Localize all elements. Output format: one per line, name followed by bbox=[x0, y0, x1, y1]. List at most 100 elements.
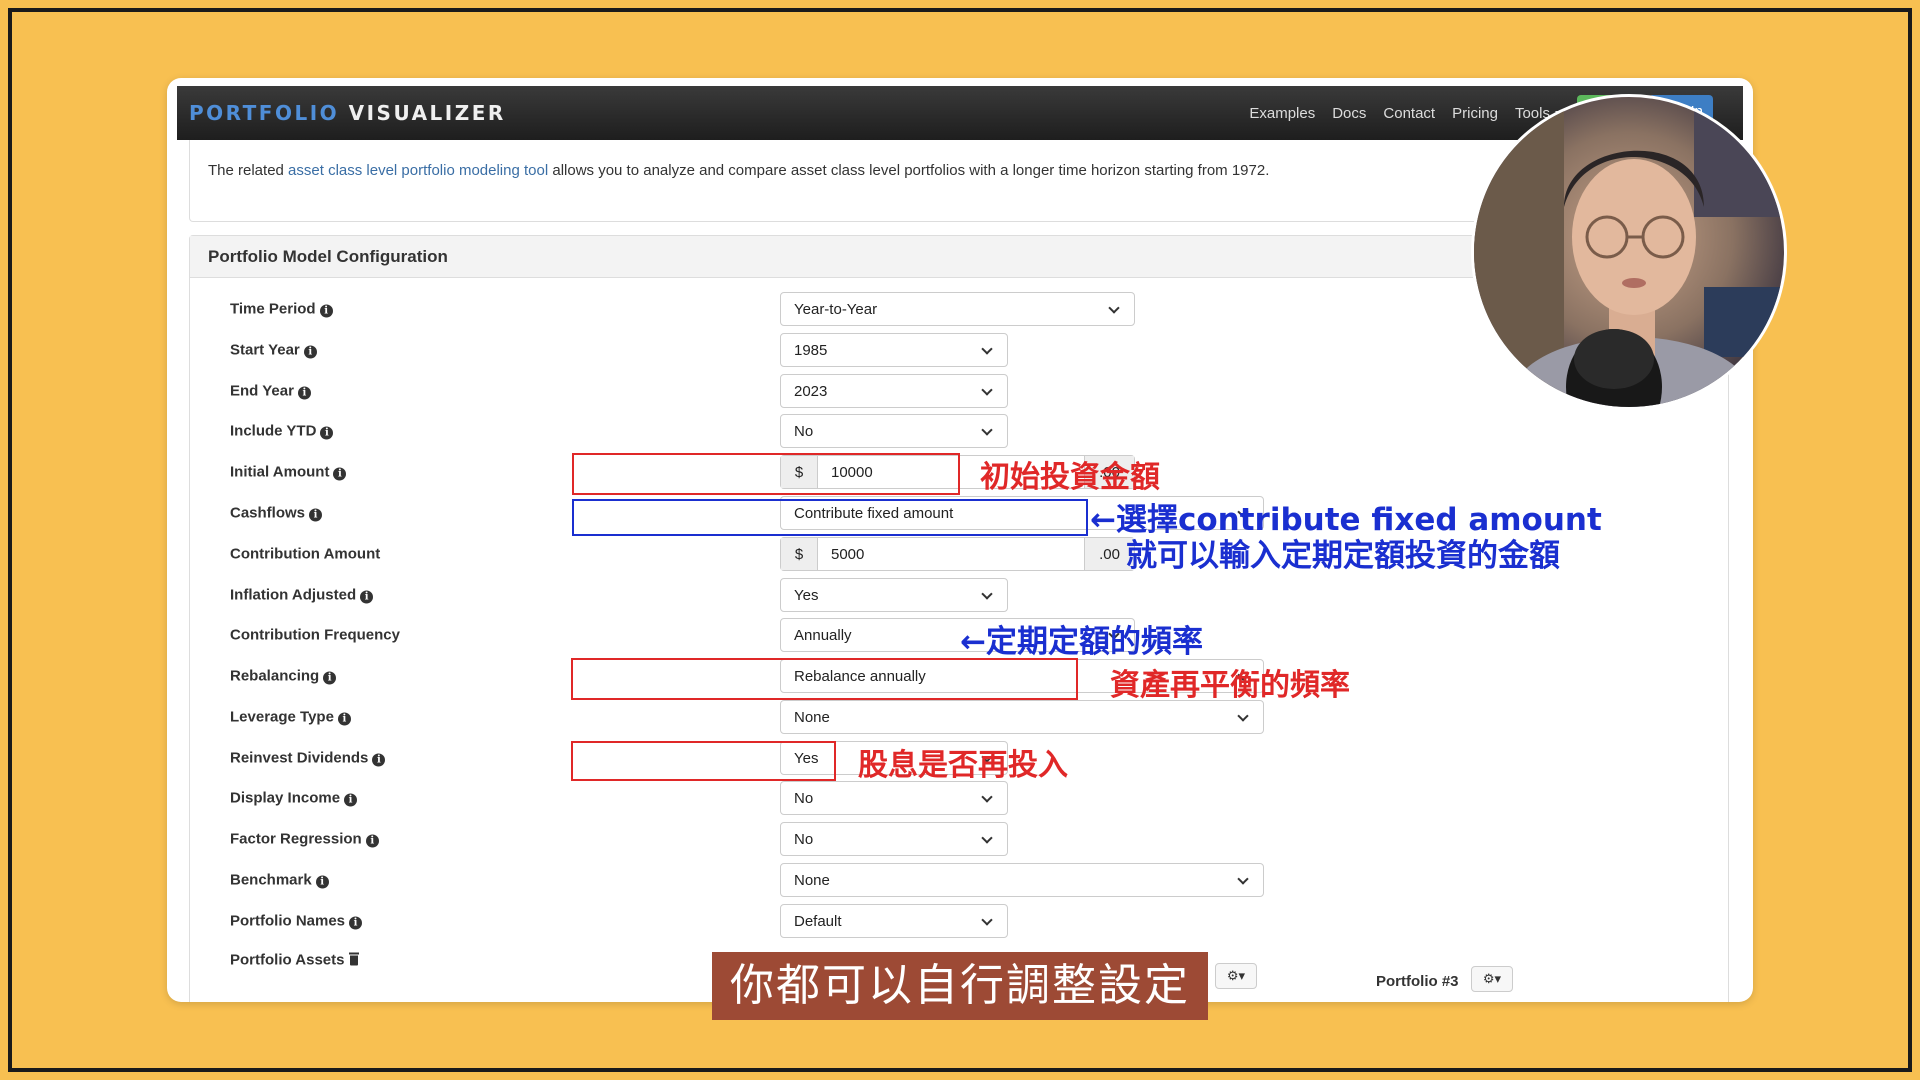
label-start-year: Start Year i bbox=[230, 342, 317, 359]
intro-prefix: The related bbox=[208, 162, 289, 179]
row-leverage-type: Leverage Type i None bbox=[190, 700, 1590, 734]
include-ytd-select-value: No bbox=[794, 423, 814, 440]
time-period-select-value: Year-to-Year bbox=[794, 301, 878, 318]
nav-links: Examples Docs Contact Pricing Tools bbox=[1232, 105, 1563, 122]
benchmark-select-value: None bbox=[794, 872, 830, 889]
label-contribution-frequency: Contribution Frequency bbox=[230, 626, 400, 644]
intro-box: The related asset class level portfolio … bbox=[189, 140, 1589, 222]
contribution-frequency-select-value: Annually bbox=[794, 627, 852, 644]
chevron-down-icon bbox=[981, 588, 993, 600]
label-portfolio-assets: Portfolio Assets bbox=[230, 951, 360, 969]
portfolio-names-select-value: Default bbox=[794, 913, 842, 930]
trash-icon[interactable] bbox=[349, 952, 360, 966]
brand-logo[interactable]: PORTFOLIO VISUALIZER bbox=[189, 101, 506, 125]
chevron-down-icon bbox=[981, 424, 993, 436]
info-icon[interactable]: i bbox=[372, 753, 386, 767]
end-year-select-value: 2023 bbox=[794, 383, 828, 400]
label-factor-regression: Factor Regression i bbox=[230, 831, 379, 848]
start-year-select[interactable]: 1985 bbox=[780, 333, 1008, 367]
label-benchmark-text: Benchmark bbox=[230, 871, 312, 889]
info-icon[interactable]: i bbox=[320, 426, 334, 440]
row-factor-regression: Factor Regression i No bbox=[190, 822, 1590, 856]
info-icon[interactable]: i bbox=[349, 916, 363, 930]
presenter-illustration bbox=[1474, 97, 1784, 407]
config-panel: Portfolio Model Configuration Time Perio… bbox=[189, 235, 1729, 1002]
label-leverage-type: Leverage Type i bbox=[230, 709, 351, 726]
chevron-down-icon bbox=[981, 343, 993, 355]
info-icon[interactable]: i bbox=[319, 304, 333, 318]
nav-contact[interactable]: Contact bbox=[1383, 105, 1435, 122]
label-rebalancing-text: Rebalancing bbox=[230, 667, 320, 685]
label-reinvest-dividends: Reinvest Dividends i bbox=[230, 750, 386, 767]
nav-pricing[interactable]: Pricing bbox=[1452, 105, 1498, 122]
label-end-year: End Year i bbox=[230, 383, 311, 400]
portfolio-2-gear-button[interactable]: ⚙▾ bbox=[1215, 963, 1257, 989]
info-icon[interactable]: i bbox=[303, 345, 317, 359]
label-portfolio-names-text: Portfolio Names bbox=[230, 912, 346, 930]
label-portfolio-names: Portfolio Names i bbox=[230, 912, 363, 930]
benchmark-select[interactable]: None bbox=[780, 863, 1264, 897]
row-benchmark: Benchmark i None bbox=[190, 863, 1590, 897]
end-year-select[interactable]: 2023 bbox=[780, 374, 1008, 408]
info-icon[interactable]: i bbox=[333, 467, 347, 481]
contribution-amount-field[interactable]: $ 5000 .00 bbox=[780, 537, 1135, 571]
nav-examples[interactable]: Examples bbox=[1249, 105, 1315, 122]
factor-regression-select[interactable]: No bbox=[780, 822, 1008, 856]
chevron-down-icon bbox=[1237, 873, 1249, 885]
info-icon[interactable]: i bbox=[344, 793, 358, 807]
start-year-select-value: 1985 bbox=[794, 342, 828, 359]
intro-text: The related asset class level portfolio … bbox=[208, 162, 1269, 179]
label-initial-amount: Initial Amount i bbox=[230, 464, 347, 481]
display-income-select-value: No bbox=[794, 790, 814, 807]
row-portfolio-names: Portfolio Names i Default bbox=[190, 904, 1590, 938]
annotation-reinvest: 股息是否再投入 bbox=[858, 748, 1068, 783]
display-income-select[interactable]: No bbox=[780, 781, 1008, 815]
annotation-frequency: ←定期定額的頻率 bbox=[960, 624, 1203, 660]
row-display-income: Display Income i No bbox=[190, 781, 1590, 815]
portfolio-names-select[interactable]: Default bbox=[780, 904, 1008, 938]
info-icon[interactable]: i bbox=[309, 508, 323, 522]
portfolio-3-label: Portfolio #3 bbox=[1376, 973, 1459, 990]
label-end-year-text: End Year bbox=[230, 382, 294, 400]
info-icon[interactable]: i bbox=[315, 875, 329, 889]
info-icon[interactable]: i bbox=[323, 671, 337, 685]
cashflows-highlight bbox=[572, 499, 1088, 536]
row-time-period: Time Period i Year-to-Year bbox=[190, 292, 1590, 326]
label-contribution-amount: Contribution Amount bbox=[230, 545, 381, 563]
contribution-amount-input[interactable]: 5000 bbox=[818, 538, 1084, 570]
info-icon[interactable]: i bbox=[297, 386, 311, 400]
label-portfolio-assets-text: Portfolio Assets bbox=[230, 951, 345, 969]
leverage-type-select[interactable]: None bbox=[780, 700, 1264, 734]
include-ytd-select[interactable]: No bbox=[780, 414, 1008, 448]
label-include-ytd: Include YTD i bbox=[230, 423, 334, 440]
row-end-year: End Year i 2023 bbox=[190, 374, 1590, 408]
label-display-income: Display Income i bbox=[230, 790, 358, 807]
chevron-down-icon bbox=[981, 384, 993, 396]
nav-docs[interactable]: Docs bbox=[1332, 105, 1366, 122]
info-icon[interactable]: i bbox=[360, 590, 374, 604]
portfolio-3-gear-button[interactable]: ⚙▾ bbox=[1471, 966, 1513, 992]
annotation-rebalancing: 資產再平衡的頻率 bbox=[1110, 668, 1350, 703]
factor-regression-select-value: No bbox=[794, 831, 814, 848]
label-inflation-adjusted: Inflation Adjusted i bbox=[230, 586, 374, 604]
inflation-adjusted-select-value: Yes bbox=[794, 587, 819, 604]
label-time-period-text: Time Period bbox=[230, 300, 316, 318]
label-rebalancing: Rebalancing i bbox=[230, 667, 337, 685]
brand-part2: VISUALIZER bbox=[348, 101, 506, 125]
label-factor-regression-text: Factor Regression bbox=[230, 830, 362, 848]
info-icon[interactable]: i bbox=[337, 712, 351, 726]
row-include-ytd: Include YTD i No bbox=[190, 414, 1590, 448]
inflation-adjusted-select[interactable]: Yes bbox=[780, 578, 1008, 612]
asset-class-tool-link[interactable]: asset class level portfolio modeling too… bbox=[288, 162, 548, 179]
label-inflation-adjusted-text: Inflation Adjusted bbox=[230, 586, 357, 604]
leverage-type-select-value: None bbox=[794, 709, 830, 726]
reinvest-highlight bbox=[571, 741, 836, 781]
navbar: PORTFOLIO VISUALIZER Examples Docs Conta… bbox=[177, 86, 1743, 140]
label-start-year-text: Start Year bbox=[230, 341, 300, 359]
brand-part1: PORTFOLIO bbox=[189, 101, 340, 125]
label-time-period: Time Period i bbox=[230, 301, 333, 318]
annotation-initial-amount: 初始投資金額 bbox=[980, 460, 1160, 495]
dollar-prefix: $ bbox=[781, 538, 818, 570]
info-icon[interactable]: i bbox=[365, 834, 379, 848]
time-period-select[interactable]: Year-to-Year bbox=[780, 292, 1135, 326]
